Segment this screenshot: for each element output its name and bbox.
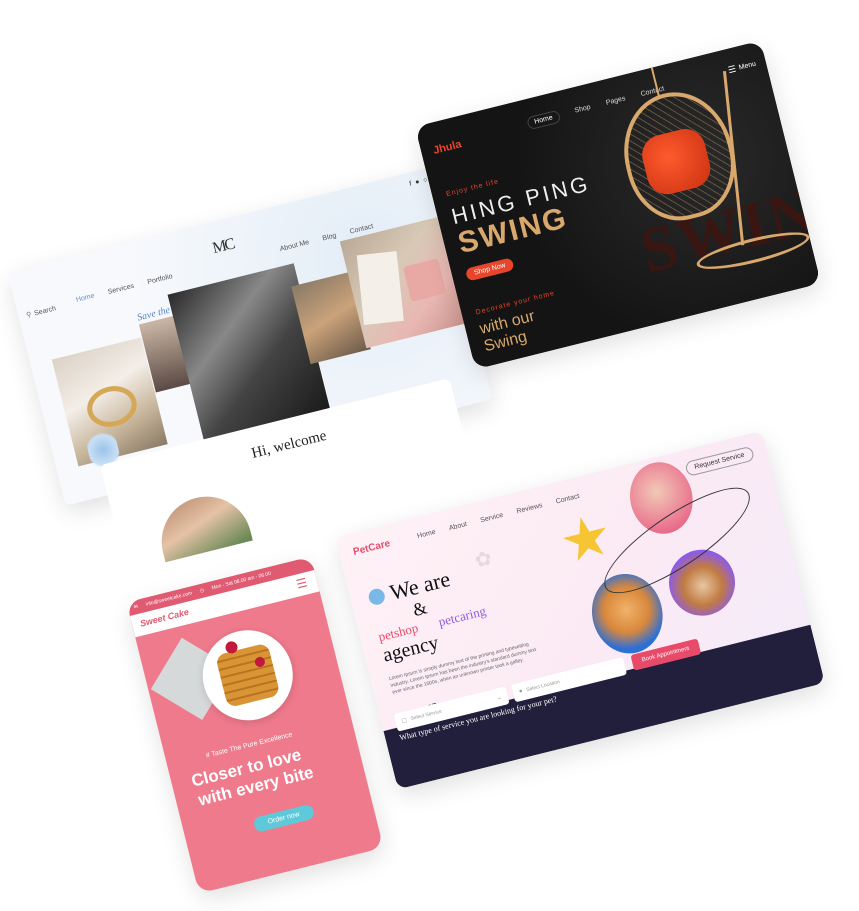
pet-nav-service[interactable]: Service — [480, 512, 504, 524]
pet-select-location-label: Select Location — [525, 679, 561, 694]
ring-shape — [82, 381, 142, 432]
pet-select-service-label: Select Service — [410, 708, 443, 723]
service-icon: ☐ — [401, 717, 408, 725]
pet-nav-about[interactable]: About — [448, 521, 467, 532]
pet-nav-contact[interactable]: Contact — [555, 493, 580, 506]
pet-headline-petcaring: petcaring — [436, 603, 488, 630]
waffle-plate — [193, 620, 303, 730]
facebook-icon[interactable]: f — [409, 181, 413, 188]
pet-nav-home[interactable]: Home — [417, 529, 437, 540]
pet-kitten-star-photo — [558, 512, 614, 568]
chevron-down-icon: ⌄ — [496, 694, 503, 702]
mail-icon: ✉ — [133, 603, 139, 611]
search-icon: ⚲ — [25, 311, 33, 320]
pet-brand-logo[interactable]: PetCare — [352, 538, 391, 558]
chair-cushion — [637, 124, 715, 199]
pet-nav: Home About Service Reviews Contact — [417, 493, 581, 540]
clock-icon: ◷ — [199, 587, 205, 595]
ring-box — [402, 258, 447, 302]
swing-template-card[interactable]: SWING Jhula Home Shop Pages Contact ☰ Me… — [415, 40, 821, 370]
invitation-card — [356, 251, 404, 325]
twitter-icon[interactable]: ● — [415, 179, 421, 187]
waffle-image — [215, 642, 281, 709]
pet-request-service-button[interactable]: Request Service — [684, 445, 755, 478]
sweetcake-mobile-card[interactable]: ✉ info@sweetcake.com ◷ Mon - Sat 08.00 a… — [126, 556, 384, 894]
paw-icon: ✿ — [472, 547, 495, 573]
wedding-welcome-heading: Hi, welcome — [249, 427, 329, 462]
pet-nav-reviews[interactable]: Reviews — [516, 502, 543, 515]
location-pin-icon: ● — [518, 688, 524, 696]
couple-arch-photo — [152, 487, 257, 572]
pet-avatar-dog — [367, 587, 387, 607]
hamburger-icon[interactable]: ☰ — [295, 575, 309, 591]
mobile-order-now-button[interactable]: Order now — [252, 803, 316, 833]
pet-headline-amp: & — [410, 597, 430, 621]
hamburger-icon: ☰ — [726, 63, 738, 76]
swing-menu-label: Menu — [738, 60, 757, 72]
